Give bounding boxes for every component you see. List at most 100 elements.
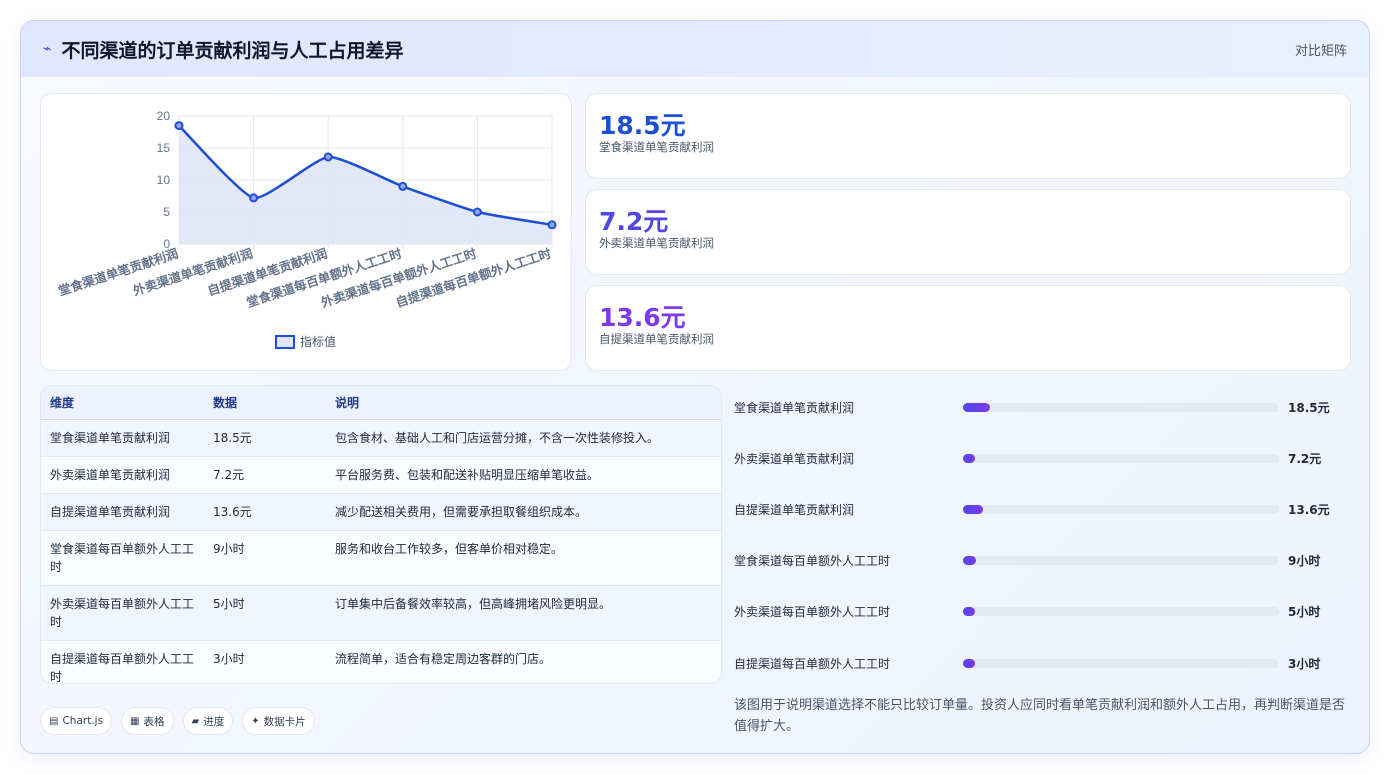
table-cell: 3小时 [204, 640, 326, 683]
data-point [398, 181, 408, 191]
stat-card: 13.6元 自提渠道单笔贡献利润 [585, 285, 1351, 371]
table-cell: 包含食材、基础人工和门店运营分摊，不含一次性装修投入。 [326, 419, 721, 457]
x-tick-label: 堂食渠道单笔贡献利润 [56, 246, 180, 299]
table-cell: 自提渠道每百单额外人工工时 [41, 640, 204, 683]
table-cell: 5小时 [204, 585, 326, 641]
table-cell: 服务和收台工作较多，但客单价相对稳定。 [326, 530, 721, 586]
progress-label: 外卖渠道每百单额外人工工时 [734, 605, 891, 619]
progress-track [963, 607, 1279, 616]
line-chart: 05101520堂食渠道单笔贡献利润外卖渠道单笔贡献利润自提渠道单笔贡献利润堂食… [56, 109, 557, 349]
table-cell: 7.2元 [204, 456, 326, 494]
progress-value: 9小时 [1288, 554, 1321, 568]
chart-icon: ▤ [49, 715, 59, 727]
feature-chips: ▤ Chart.js ▦ 表格 ▰ 进度 ✦ 数据卡片 [40, 707, 315, 735]
progress-row: 堂食渠道每百单额外人工工时 9小时 [734, 550, 1334, 570]
chart-line-icon: ⌁ [43, 41, 52, 57]
column-header: 维度 [41, 386, 204, 420]
table-row: 外卖渠道单笔贡献利润 7.2元 平台服务费、包装和配送补贴明显压缩单笔收益。 [41, 456, 721, 494]
data-table-card: 维度 数据 说明 堂食渠道单笔贡献利润 18.5元 包含食材、基础人工和门店运营… [40, 385, 722, 684]
progress-value: 3小时 [1288, 657, 1321, 671]
view-tag[interactable]: 对比矩阵 [1295, 40, 1347, 59]
y-tick-label: 10 [157, 173, 171, 187]
table-cell: 减少配送相关费用，但需要承担取餐组织成本。 [326, 493, 721, 531]
progress-fill [963, 659, 975, 668]
data-point [472, 207, 482, 217]
progress-track [963, 454, 1279, 463]
x-tick-label: 外卖渠道单笔贡献利润 [130, 246, 254, 299]
table-row: 堂食渠道每百单额外人工工时 9小时 服务和收台工作较多，但客单价相对稳定。 [41, 530, 721, 586]
legend-swatch [275, 335, 295, 349]
table-cell: 平台服务费、包装和配送补贴明显压缩单笔收益。 [326, 456, 721, 494]
dashboard-panel: ⌁ 不同渠道的订单贡献利润与人工占用差异 对比矩阵 0 5 10 15 20 堂食渠道单笔… [20, 20, 1370, 754]
chip-label: 表格 [143, 715, 165, 728]
chip-table[interactable]: ▦ 表格 [121, 707, 174, 735]
progress-label: 堂食渠道每百单额外人工工时 [734, 554, 891, 568]
data-table: 维度 数据 说明 堂食渠道单笔贡献利润 18.5元 包含食材、基础人工和门店运营… [41, 386, 721, 683]
panel-header: ⌁ 不同渠道的订单贡献利润与人工占用差异 对比矩阵 [21, 21, 1369, 77]
progress-row: 堂食渠道单笔贡献利润 18.5元 [734, 397, 1334, 417]
progress-label: 堂食渠道单笔贡献利润 [734, 401, 855, 415]
table-cell: 9小时 [204, 530, 326, 586]
table-row: 堂食渠道单笔贡献利润 18.5元 包含食材、基础人工和门店运营分摊，不含一次性装… [41, 419, 721, 457]
stat-label: 自提渠道单笔贡献利润 [599, 332, 714, 346]
progress-fill [963, 454, 975, 463]
summary-note: 该图用于说明渠道选择不能只比较订单量。投资人应同时看单笔贡献利润和额外人工占用，… [734, 698, 1346, 734]
progress-label: 外卖渠道单笔贡献利润 [734, 452, 855, 466]
table-icon: ▦ [130, 715, 140, 727]
progress-track [963, 403, 1279, 412]
table-cell: 18.5元 [204, 419, 326, 457]
stat-label: 堂食渠道单笔贡献利润 [599, 140, 714, 154]
table-cell: 订单集中后备餐效率较高，但高峰拥堵风险更明显。 [326, 585, 721, 641]
progress-fill [963, 556, 976, 565]
column-header: 数据 [204, 386, 326, 420]
chip-data-card[interactable]: ✦ 数据卡片 [242, 707, 315, 735]
y-tick-label: 5 [163, 205, 170, 219]
stat-value: 18.5元 [599, 111, 686, 140]
legend-label: 指标值 [300, 334, 336, 349]
table-row: 外卖渠道每百单额外人工工时 5小时 订单集中后备餐效率较高，但高峰拥堵风险更明显… [41, 585, 721, 641]
y-tick-label: 20 [157, 109, 171, 123]
progress-value: 13.6元 [1288, 503, 1330, 517]
table-cell: 自提渠道单笔贡献利润 [41, 493, 204, 531]
progress-icon: ▰ [191, 715, 200, 727]
stat-value: 7.2元 [599, 207, 669, 236]
line-chart-card: 0 5 10 15 20 堂食渠道单笔贡献利润 外卖渠道单笔贡献利润 自提渠道单笔贡献利润 堂食… [40, 93, 572, 371]
progress-fill [963, 403, 990, 412]
progress-row: 自提渠道每百单额外人工工时 3小时 [734, 653, 1334, 673]
progress-fill [963, 505, 983, 514]
chip-label: 进度 [203, 715, 225, 728]
progress-row: 外卖渠道单笔贡献利润 7.2元 [734, 448, 1334, 468]
page-title: 不同渠道的订单贡献利润与人工占用差异 [61, 39, 404, 62]
progress-track [963, 659, 1279, 668]
chip-label: 数据卡片 [263, 715, 306, 728]
data-point [249, 193, 259, 203]
y-tick-label: 15 [157, 141, 171, 155]
table-row: 自提渠道单笔贡献利润 13.6元 减少配送相关费用，但需要承担取餐组织成本。 [41, 493, 721, 531]
stat-label: 外卖渠道单笔贡献利润 [599, 236, 714, 250]
table-cell: 堂食渠道单笔贡献利润 [41, 419, 204, 457]
data-point [547, 220, 557, 230]
table-cell: 流程简单，适合有稳定周边客群的门店。 [326, 640, 721, 683]
table-row: 自提渠道每百单额外人工工时 3小时 流程简单，适合有稳定周边客群的门店。 [41, 640, 721, 683]
sparkle-icon: ✦ [251, 715, 260, 727]
column-header: 说明 [326, 386, 721, 420]
table-cell: 13.6元 [204, 493, 326, 531]
progress-track [963, 556, 1279, 565]
chip-chartjs[interactable]: ▤ Chart.js [40, 707, 113, 735]
chip-progress[interactable]: ▰ 进度 [182, 707, 234, 735]
stat-card: 18.5元 堂食渠道单笔贡献利润 [585, 93, 1351, 179]
progress-value: 7.2元 [1288, 452, 1322, 466]
table-cell: 外卖渠道单笔贡献利润 [41, 456, 204, 494]
stat-value: 13.6元 [599, 303, 686, 332]
data-point [323, 152, 333, 162]
stat-card: 7.2元 外卖渠道单笔贡献利润 [585, 189, 1351, 275]
progress-value: 18.5元 [1288, 401, 1330, 415]
table-cell: 堂食渠道每百单额外人工工时 [41, 530, 204, 586]
progress-fill [963, 607, 975, 616]
progress-value: 5小时 [1288, 605, 1321, 619]
table-header-row: 维度 数据 说明 [41, 386, 721, 420]
progress-label: 自提渠道每百单额外人工工时 [734, 657, 891, 671]
table-cell: 外卖渠道每百单额外人工工时 [41, 585, 204, 641]
chip-label: Chart.js [62, 715, 104, 727]
progress-row: 外卖渠道每百单额外人工工时 5小时 [734, 601, 1334, 621]
